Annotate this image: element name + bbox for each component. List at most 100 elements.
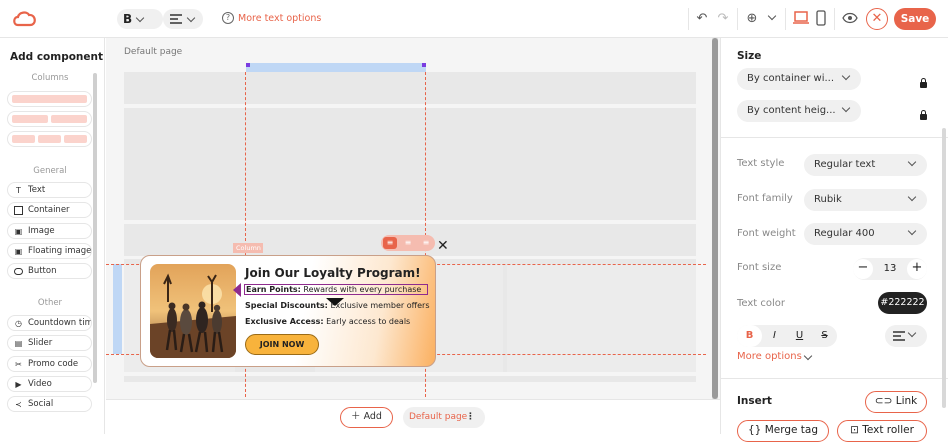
page-selector[interactable]: Default page ⋮ [403,407,485,428]
more-text-options-link[interactable]: ? More text options [222,12,321,24]
component-social[interactable]: ≺ Social [7,396,92,412]
component-slider[interactable]: ▤ Slider [7,335,92,351]
lock-icon[interactable] [920,78,927,88]
selection-side-bar[interactable] [113,264,122,354]
left-panel-scrollbar[interactable] [93,73,97,383]
chevron-down-icon [907,328,917,338]
divider [834,8,835,30]
text-align-select[interactable] [885,325,927,347]
bold-button[interactable]: B [737,325,762,347]
lock-icon[interactable] [920,110,927,120]
component-image[interactable]: ▣ Image [7,223,92,239]
more-vertical-icon[interactable]: ⋮ [466,407,475,428]
insert-text-roller-button[interactable]: ⊡ Text roller [837,420,927,442]
section-general-label: General [33,166,67,176]
resize-handle[interactable] [422,63,426,67]
panel-title: Add component [10,51,104,63]
popup-title[interactable]: Join Our Loyalty Program! [245,266,421,280]
question-icon: ? [222,12,234,24]
font-weight-select[interactable]: Regular 400 [804,223,927,245]
loyalty-popup[interactable]: Join Our Loyalty Program! Earn Points: R… [140,255,436,367]
component-floating-image[interactable]: ▣ Floating image [7,243,92,259]
globe-icon[interactable]: ⊕ [743,10,761,28]
column-layout-1[interactable] [7,91,92,107]
join-now-button[interactable]: JOIN NOW [245,334,319,355]
canvas-block[interactable] [124,376,696,382]
text-roller-icon: ⊡ [850,424,859,436]
canvas-scrollbar[interactable] [712,38,718,399]
canvas-block[interactable] [124,108,696,220]
font-size-label: Font size [737,262,782,273]
mobile-icon[interactable] [816,10,826,26]
width-mode-select[interactable]: By container wi... [737,68,861,90]
close-editor-button[interactable]: ✕ [866,8,888,30]
chevron-down-icon [907,226,917,236]
save-button[interactable]: Save [894,8,936,30]
divider [737,8,738,30]
top-toolbar: B ? More text options ↶ ↷ ⊕ ✕ Save [0,0,948,38]
component-promo-code[interactable]: ✂ Promo code [7,356,92,372]
right-panel-scrollbar[interactable] [942,128,946,408]
drag-arrow-icon[interactable] [233,283,241,297]
preview-eye-icon[interactable] [842,12,858,24]
insert-merge-tag-button[interactable]: {} Merge tag [737,420,829,442]
component-container[interactable]: Container [7,202,92,218]
format-buttons: B I U S [737,325,837,347]
canvas-block[interactable] [124,72,696,104]
section-columns-label: Columns [31,73,69,83]
desktop-icon[interactable] [792,11,810,25]
italic-button[interactable]: I [762,325,787,347]
resize-handle[interactable] [246,63,250,67]
component-countdown-timer[interactable]: ◷Countdown timer [7,315,92,331]
benefit-line-exclusive-access[interactable]: Exclusive Access: Early access to deals [245,317,410,326]
close-popup-icon[interactable]: ✕ [437,238,449,254]
text-color-swatch[interactable]: #222222 [878,292,927,314]
undo-icon[interactable]: ↶ [693,10,711,28]
font-size-value[interactable]: 13 [880,258,900,280]
column-layout-3[interactable] [7,131,92,147]
align-center-icon[interactable]: ≡ [401,237,415,249]
chevron-down-icon [803,351,813,361]
chevron-down-icon [907,157,917,167]
add-page-button[interactable]: ＋ Add [340,407,393,428]
selection-handle-bar[interactable] [246,63,426,72]
align-dropdown[interactable] [163,9,203,29]
column-layout-2[interactable] [7,111,92,127]
divider [721,137,948,138]
hikers-sunset-image [150,264,236,358]
promo-tag-icon: ✂ [15,359,22,369]
insert-link-button[interactable]: ⊂⊃ Link [865,391,927,413]
canvas-column[interactable] [507,264,696,372]
text-style-select[interactable]: Regular text [804,154,927,176]
text-align-toolbar[interactable]: ≡ ≡ ≡ [381,235,435,251]
chevron-down-icon[interactable] [767,11,777,21]
insert-section-title: Insert [737,395,772,407]
text-color-label: Text color [737,298,786,309]
font-weight-label: Font weight [737,228,796,239]
component-button[interactable]: Button [7,263,92,279]
font-weight-dropdown[interactable]: B [117,9,163,29]
page-name-label: Default page [124,47,183,57]
height-mode-select[interactable]: By content heig... [737,100,861,122]
font-size-stepper[interactable]: − 13 + [853,258,927,280]
more-options-link[interactable]: More options [737,351,813,362]
component-text[interactable]: T Text [7,182,92,198]
redo-icon[interactable]: ↷ [714,10,732,28]
align-right-icon[interactable]: ≡ [419,237,433,249]
container-icon [14,205,23,215]
decrease-icon[interactable]: − [853,259,873,279]
font-family-select[interactable]: Rubik [804,189,927,211]
properties-panel: Size By container wi... By content heig.… [720,38,948,442]
benefit-line-earn-points[interactable]: Earn Points: Rewards with every purchase [244,284,428,295]
column-tag[interactable]: Column [233,243,263,253]
increase-icon[interactable]: + [907,259,927,279]
page-bottom-bar: ＋ Add Default page ⋮ [106,399,720,434]
component-video[interactable]: ▶ Video [7,376,92,392]
underline-button[interactable]: U [787,325,812,347]
font-family-label: Font family [737,193,793,204]
align-left-icon[interactable]: ≡ [383,237,397,249]
chevron-down-icon [907,192,917,202]
image-icon: ▣ [14,226,23,236]
floating-image-icon: ▣ [14,246,23,256]
strikethrough-button[interactable]: S [812,325,837,347]
